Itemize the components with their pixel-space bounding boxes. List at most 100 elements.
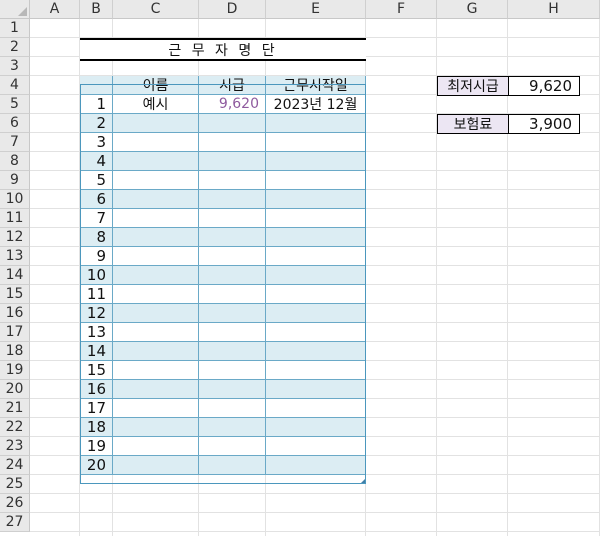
- table-cell-name[interactable]: [113, 285, 199, 304]
- row-header-12[interactable]: 12: [0, 228, 30, 247]
- row-header-8[interactable]: 8: [0, 152, 30, 171]
- table-cell-start-date[interactable]: [266, 266, 366, 285]
- row-header-18[interactable]: 18: [0, 342, 30, 361]
- row-header-22[interactable]: 22: [0, 418, 30, 437]
- table-cell-wage[interactable]: [199, 190, 266, 209]
- column-header-h[interactable]: H: [508, 0, 600, 19]
- select-all-corner[interactable]: [0, 0, 30, 19]
- table-cell-start-date[interactable]: 2023년 12월: [266, 95, 366, 114]
- table-row-number[interactable]: 17: [80, 399, 113, 418]
- table-row-number[interactable]: 3: [80, 133, 113, 152]
- table-cell-name[interactable]: [113, 361, 199, 380]
- table-row-number[interactable]: 16: [80, 380, 113, 399]
- row-header-10[interactable]: 10: [0, 190, 30, 209]
- table-cell-name[interactable]: [113, 228, 199, 247]
- table-cell-name[interactable]: [113, 380, 199, 399]
- table-cell-name[interactable]: [113, 266, 199, 285]
- table-header-number[interactable]: [80, 76, 113, 95]
- table-cell-name[interactable]: [113, 114, 199, 133]
- table-cell-wage[interactable]: [199, 114, 266, 133]
- table-cell-wage[interactable]: [199, 456, 266, 475]
- row-header-1[interactable]: 1: [0, 19, 30, 38]
- table-cell-start-date[interactable]: [266, 342, 366, 361]
- table-row-number[interactable]: 9: [80, 247, 113, 266]
- table-row-number[interactable]: 7: [80, 209, 113, 228]
- table-cell-start-date[interactable]: [266, 418, 366, 437]
- table-row-number[interactable]: 8: [80, 228, 113, 247]
- table-cell-wage[interactable]: [199, 380, 266, 399]
- table-header-1[interactable]: 이름: [113, 76, 199, 95]
- table-cell-name[interactable]: [113, 247, 199, 266]
- column-header-a[interactable]: A: [30, 0, 80, 19]
- min-wage-value[interactable]: 9,620: [508, 76, 580, 96]
- table-cell-start-date[interactable]: [266, 380, 366, 399]
- row-header-17[interactable]: 17: [0, 323, 30, 342]
- table-cell-start-date[interactable]: [266, 361, 366, 380]
- row-header-11[interactable]: 11: [0, 209, 30, 228]
- table-cell-start-date[interactable]: [266, 114, 366, 133]
- table-row-number[interactable]: 5: [80, 171, 113, 190]
- table-cell-wage[interactable]: [199, 228, 266, 247]
- table-header-2[interactable]: 시급: [199, 76, 266, 95]
- table-cell-wage[interactable]: [199, 437, 266, 456]
- table-cell-wage[interactable]: [199, 285, 266, 304]
- table-row-number[interactable]: 12: [80, 304, 113, 323]
- table-cell-start-date[interactable]: [266, 247, 366, 266]
- table-cell-wage[interactable]: [199, 418, 266, 437]
- row-header-9[interactable]: 9: [0, 171, 30, 190]
- row-header-6[interactable]: 6: [0, 114, 30, 133]
- table-cell-start-date[interactable]: [266, 323, 366, 342]
- table-cell-wage[interactable]: [199, 323, 266, 342]
- table-cell-wage[interactable]: [199, 361, 266, 380]
- row-header-3[interactable]: 3: [0, 57, 30, 76]
- table-cell-name[interactable]: [113, 399, 199, 418]
- row-header-21[interactable]: 21: [0, 399, 30, 418]
- row-header-13[interactable]: 13: [0, 247, 30, 266]
- table-cell-start-date[interactable]: [266, 304, 366, 323]
- table-row-number[interactable]: 1: [80, 95, 113, 114]
- table-cell-wage[interactable]: 9,620: [199, 95, 266, 114]
- row-header-19[interactable]: 19: [0, 361, 30, 380]
- table-row-number[interactable]: 18: [80, 418, 113, 437]
- table-cell-wage[interactable]: [199, 342, 266, 361]
- column-header-b[interactable]: B: [80, 0, 113, 19]
- row-header-20[interactable]: 20: [0, 380, 30, 399]
- row-header-27[interactable]: 27: [0, 513, 30, 532]
- column-header-f[interactable]: F: [366, 0, 437, 19]
- table-resize-handle-icon[interactable]: [361, 479, 365, 483]
- column-header-g[interactable]: G: [437, 0, 508, 19]
- table-cell-wage[interactable]: [199, 133, 266, 152]
- table-cell-name[interactable]: [113, 456, 199, 475]
- table-cell-wage[interactable]: [199, 171, 266, 190]
- table-cell-start-date[interactable]: [266, 171, 366, 190]
- table-cell-wage[interactable]: [199, 209, 266, 228]
- table-cell-name[interactable]: [113, 171, 199, 190]
- row-header-26[interactable]: 26: [0, 494, 30, 513]
- table-row-number[interactable]: 10: [80, 266, 113, 285]
- table-cell-name[interactable]: [113, 342, 199, 361]
- table-cell-name[interactable]: [113, 323, 199, 342]
- table-cell-name[interactable]: [113, 152, 199, 171]
- table-cell-name[interactable]: 예시: [113, 95, 199, 114]
- row-header-15[interactable]: 15: [0, 285, 30, 304]
- column-header-d[interactable]: D: [199, 0, 266, 19]
- table-row-number[interactable]: 14: [80, 342, 113, 361]
- row-header-24[interactable]: 24: [0, 456, 30, 475]
- row-header-2[interactable]: 2: [0, 38, 30, 57]
- table-cell-name[interactable]: [113, 209, 199, 228]
- spreadsheet-grid[interactable]: A B C D E F G H 1 2 3 4 5 6 7 8 9 10 11 12 13 14 15 16 17 18 19 20 2…: [0, 0, 600, 536]
- table-row-number[interactable]: 19: [80, 437, 113, 456]
- table-row-number[interactable]: 20: [80, 456, 113, 475]
- row-header-5[interactable]: 5: [0, 95, 30, 114]
- table-cell-start-date[interactable]: [266, 228, 366, 247]
- table-row-number[interactable]: 13: [80, 323, 113, 342]
- table-cell-name[interactable]: [113, 133, 199, 152]
- row-header-23[interactable]: 23: [0, 437, 30, 456]
- row-header-14[interactable]: 14: [0, 266, 30, 285]
- table-cell-name[interactable]: [113, 190, 199, 209]
- table-cell-start-date[interactable]: [266, 437, 366, 456]
- table-cell-wage[interactable]: [199, 247, 266, 266]
- table-row-number[interactable]: 2: [80, 114, 113, 133]
- column-header-c[interactable]: C: [113, 0, 199, 19]
- table-cell-start-date[interactable]: [266, 133, 366, 152]
